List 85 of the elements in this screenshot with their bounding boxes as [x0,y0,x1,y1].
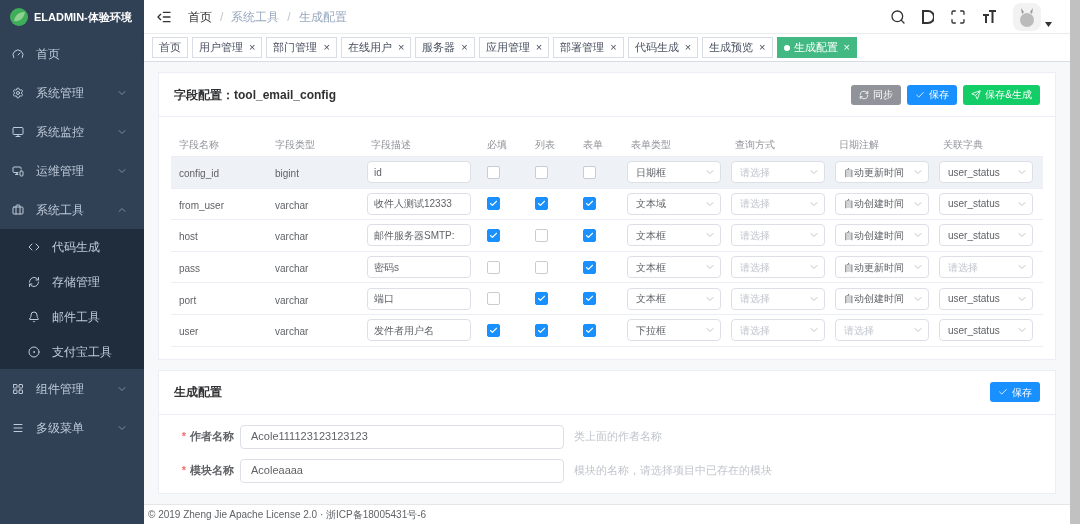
sidebar-item[interactable]: 系统工具 [0,190,144,229]
select-field[interactable]: 文本框 [627,224,721,247]
breadcrumb-separator: / [220,8,224,26]
table-cell: varchar [275,199,309,211]
sidebar-subitem[interactable]: 支付宝工具 [0,334,144,369]
tag-tab[interactable]: 在线用户 × [340,37,412,58]
sidebar-subitem[interactable]: 代码生成 [0,229,144,264]
select-field[interactable]: user_status [939,319,1033,342]
column-header: 关联字典 [943,138,983,150]
close-icon[interactable]: × [610,39,617,56]
select-field[interactable]: 自动创建时间 [835,224,929,247]
breadcrumb-item[interactable]: 首页 [188,7,212,26]
description-field[interactable]: 密码s [367,256,471,279]
field-label: * 作者名称 [181,429,234,445]
column-header: 必填 [487,138,507,150]
input-field[interactable]: Acole111123123123123 [240,424,564,449]
column-header: 查询方式 [735,138,775,150]
table-cell: varchar [275,326,309,338]
sidebar-item[interactable]: 运维管理 [0,151,144,190]
select-field[interactable]: 文本域 [627,192,721,215]
select-field[interactable]: 文本框 [627,256,721,279]
select-field[interactable]: user_status [939,224,1033,247]
select-field[interactable]: 自动更新时间 [835,161,929,184]
column-header: 字段类型 [275,138,315,150]
sidebar-item[interactable]: 首页 [0,34,144,73]
description-field[interactable]: 发件者用户名 [367,319,471,342]
select-field[interactable]: 自动更新时间 [835,256,929,279]
tag-tab[interactable]: 服务器 × [415,37,475,58]
table-cell: user [179,326,199,338]
card-title: 字段配置：tool_email_config [174,86,337,104]
brand-title: ELADMIN-体验环境 [34,9,132,25]
tag-tab[interactable]: 应用管理 × [478,37,550,58]
select-field[interactable]: user_status [939,287,1033,310]
select-field[interactable]: user_status [939,161,1033,184]
close-icon[interactable]: × [535,39,543,56]
column-header: 表单类型 [631,138,671,150]
table-cell: varchar [275,231,309,243]
close-icon[interactable]: × [759,39,766,56]
sidebar-subitem[interactable]: 邮件工具 [0,299,144,334]
column-header: 表单 [583,138,603,150]
table-cell: varchar [275,294,309,306]
column-header: 日期注解 [839,138,879,150]
close-icon[interactable]: × [684,39,692,56]
card-title: 生成配置 [174,384,222,402]
tag-tab[interactable]: 首页 [152,37,188,58]
sidebar-item[interactable]: 系统监控 [0,112,144,151]
close-icon[interactable]: × [397,39,405,56]
description-field[interactable]: 收件人测试12333 [367,192,471,215]
select-field[interactable]: 下拉框 [627,319,721,342]
table-cell: pass [179,263,201,275]
breadcrumb-item: 生成配置 [298,8,347,26]
footer-text: © 2019 Zheng Jie Apache License 2.0 · 浙ICP备18005431号-6 [148,508,427,522]
column-header: 列表 [535,138,555,150]
sidebar-item[interactable]: 系统管理 [0,73,144,112]
select-field[interactable]: 自动创建时间 [835,287,929,310]
table-cell: varchar [275,263,309,275]
breadcrumb-separator: / [287,8,291,26]
tag-tab[interactable]: 部署管理 × [553,37,624,58]
sidebar-item[interactable]: 组件管理 [0,369,144,408]
select-field[interactable]: user_status [939,192,1033,215]
field-label: * 模块名称 [181,463,234,479]
sidebar-subitem[interactable]: 存储管理 [0,264,144,299]
description-field[interactable]: 邮件服务器SMTP: [367,224,471,247]
close-icon[interactable]: × [323,39,330,56]
column-header: 字段描述 [371,138,411,150]
column-header: 字段名称 [179,138,219,150]
table-cell: port [179,294,197,306]
tag-tab[interactable]: 生成预览 × [702,37,773,58]
tag-tab[interactable]: 用户管理 × [192,37,263,58]
table-cell: bigint [275,168,299,180]
close-icon[interactable]: × [249,39,256,56]
select-field[interactable]: 日期框 [627,161,721,184]
field-hint: 类上面的作者名称 [574,429,662,445]
select-field[interactable]: 自动创建时间 [835,192,929,215]
input-field[interactable]: Acoleaaaa [240,458,564,483]
table-cell: host [179,231,198,243]
table-cell: config_id [179,168,220,180]
select-field[interactable]: 文本框 [627,287,721,310]
table-cell: from_user [179,199,224,211]
description-field[interactable]: id [367,161,471,184]
description-field[interactable]: 端口 [367,287,471,310]
tag-tab[interactable]: 部门管理 × [266,37,337,58]
sidebar-item[interactable]: 多级菜单 [0,408,144,447]
tag-tab[interactable]: 代码生成 × [627,37,699,58]
close-icon[interactable]: × [461,39,468,56]
